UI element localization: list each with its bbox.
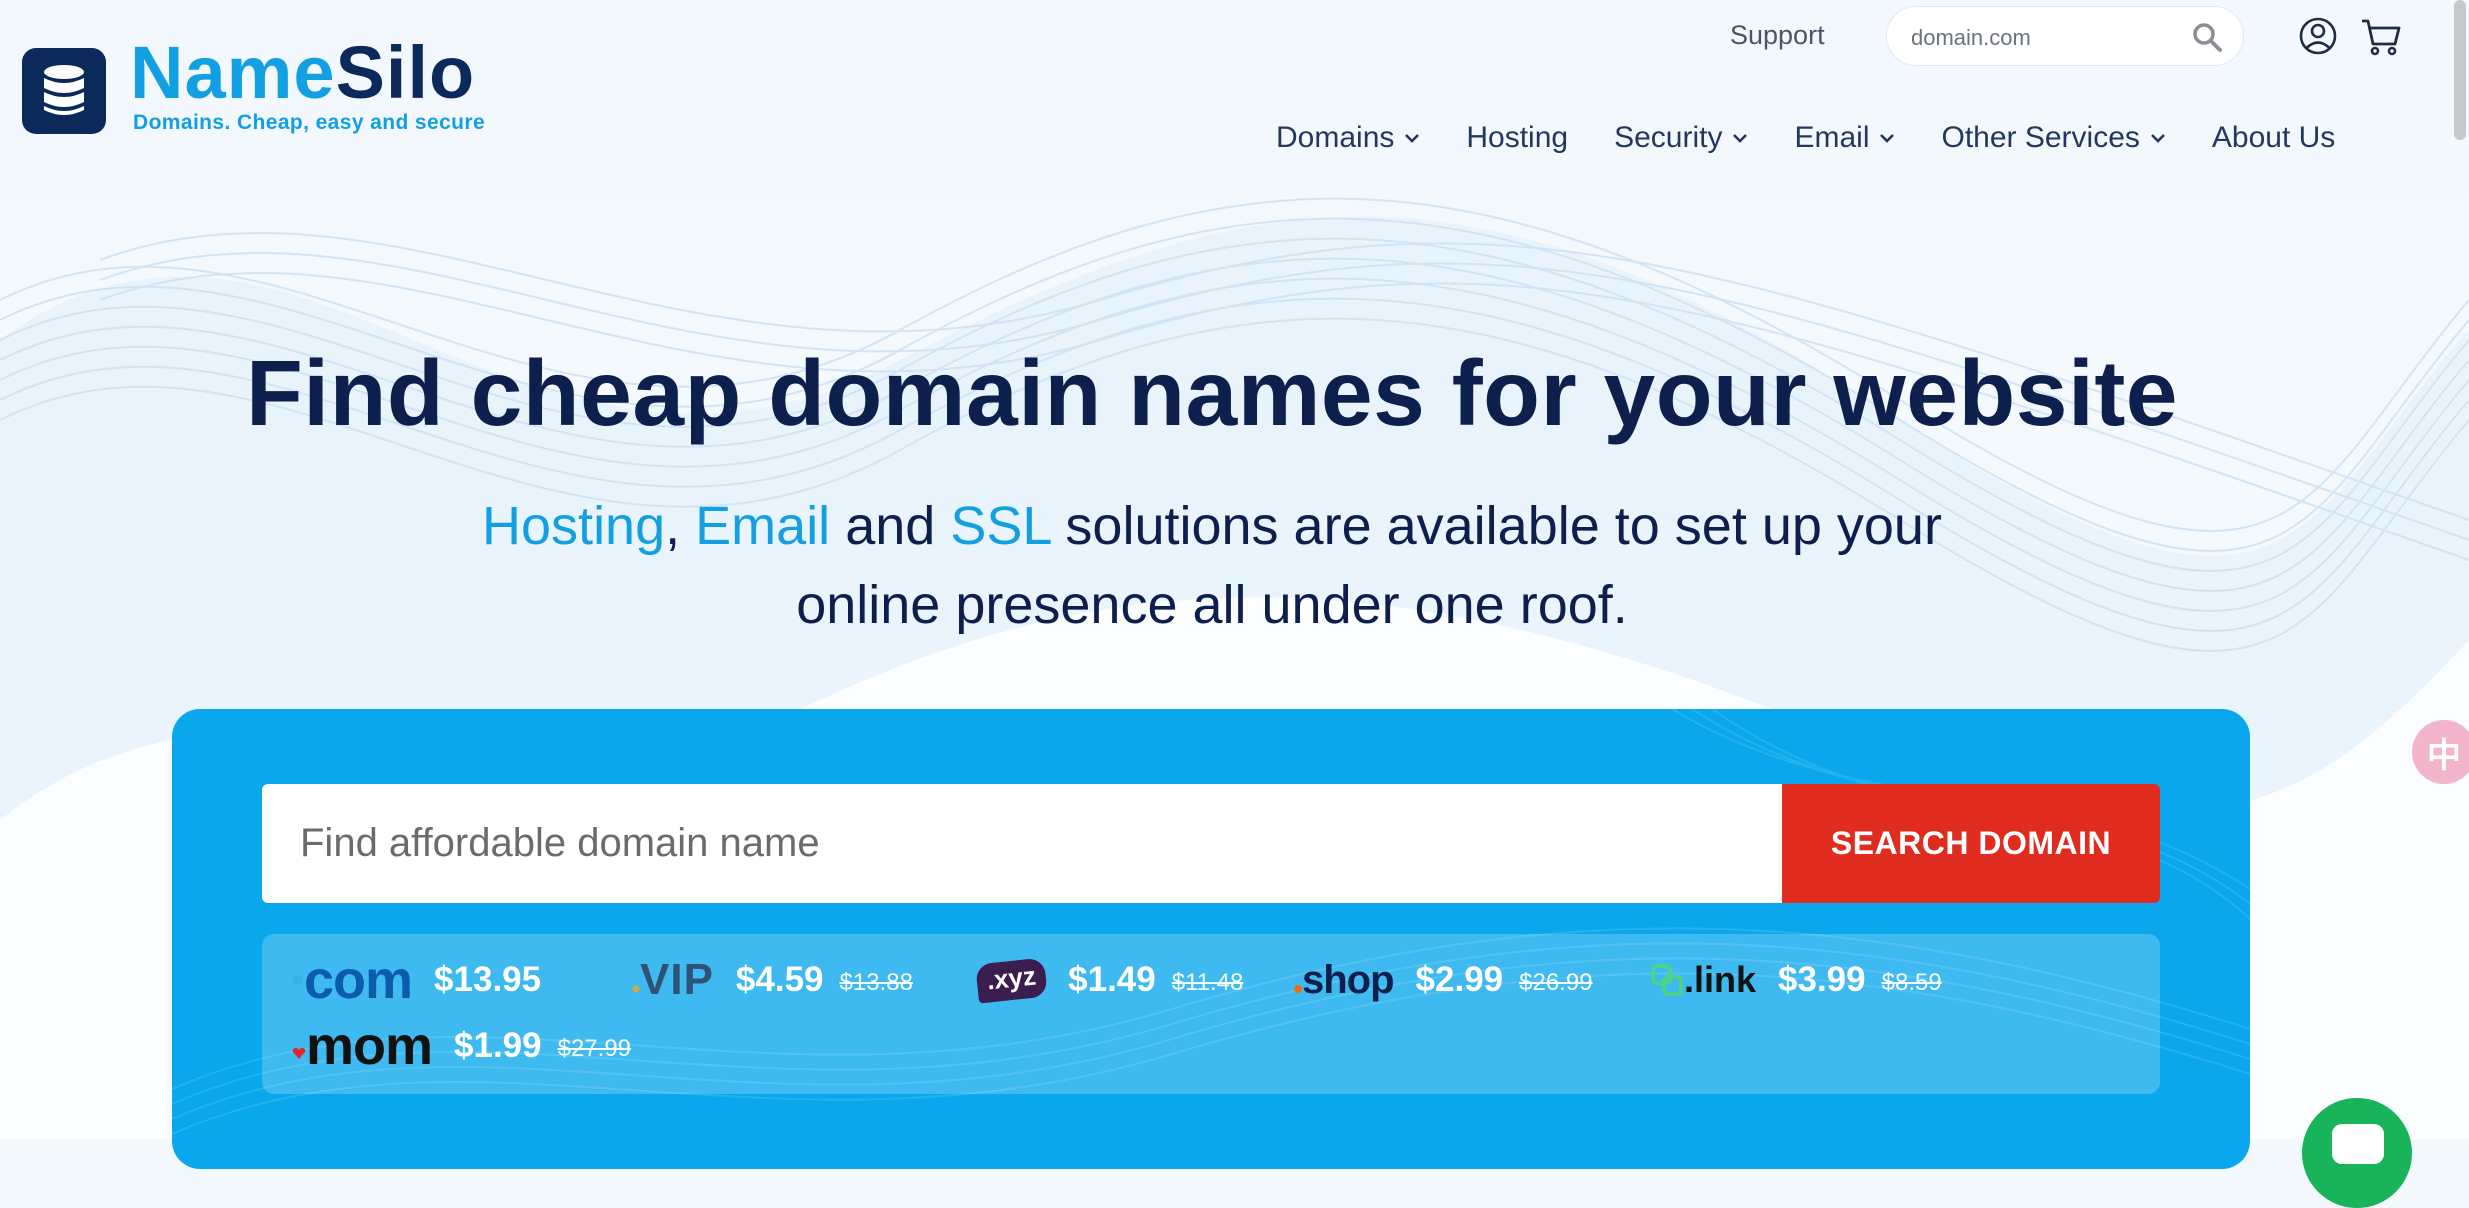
tld-item-xyz[interactable]: .xyz $1.49 $11.48 [975, 950, 1244, 1010]
tld-price: $1.99 [454, 1026, 542, 1065]
search-icon[interactable] [2191, 21, 2223, 53]
logo-badge[interactable] [22, 48, 106, 134]
brand-name-part1: Name [130, 31, 336, 114]
ssl-link[interactable]: SSL [950, 496, 1050, 556]
chat-bubble-inner [2332, 1124, 2384, 1164]
tld-logo-text: .xyz [975, 956, 1049, 1004]
nav-item-about-us[interactable]: About Us [2212, 121, 2335, 155]
tld-logo-text: com [304, 950, 413, 1010]
top-search-input[interactable] [1909, 17, 2183, 59]
top-search-box [1886, 6, 2244, 66]
nav-item-hosting[interactable]: Hosting [1466, 121, 1568, 155]
nav-item-domains[interactable]: Domains [1276, 121, 1420, 155]
nav-item-security[interactable]: Security [1614, 121, 1748, 155]
chevron-down-icon [1880, 134, 1895, 143]
nav-item-label: Email [1794, 121, 1870, 154]
chevron-down-icon [1405, 134, 1420, 143]
tld-item-link[interactable]: .link $3.99 $8.59 [1650, 950, 1942, 1010]
nav-item-email[interactable]: Email [1794, 121, 1895, 155]
tld-logo: com [292, 949, 413, 1011]
link-icon [1651, 964, 1683, 996]
nav-item-label: Hosting [1466, 121, 1569, 154]
tld-price: $2.99 [1415, 960, 1504, 999]
support-link[interactable]: Support [1730, 20, 1825, 51]
hero-and: and [845, 496, 936, 556]
chevron-down-icon [2150, 134, 2165, 143]
hosting-link[interactable]: Hosting [482, 496, 665, 556]
user-circle-icon[interactable] [2298, 16, 2338, 56]
main-nav: Domains Hosting Security Email Other Ser… [1276, 118, 2335, 158]
tld-old-price: $26.99 [1519, 969, 1593, 996]
brand-tagline: Domains. Cheap, easy and secure [133, 111, 486, 134]
tld-pricing-list: com $13.95 VIP $4.59 $13.88 .xyz $1.49 $… [262, 934, 2160, 1094]
email-link[interactable]: Email [695, 496, 830, 556]
heart-icon [292, 1048, 306, 1059]
tld-old-price: $27.99 [557, 1035, 632, 1062]
cart-icon[interactable] [2360, 16, 2402, 58]
tld-logo: .xyz [975, 956, 1049, 1004]
tld-item-shop[interactable]: shop $2.99 $26.99 [1294, 950, 1593, 1010]
search-domain-button[interactable]: SEARCH DOMAIN [1782, 784, 2160, 903]
tld-logo-text: VIP [640, 955, 714, 1004]
tld-logo: .link [1650, 959, 1756, 1001]
tld-logo: shop [1294, 957, 1395, 1003]
tld-price: $3.99 [1778, 960, 1866, 999]
dot-icon [1294, 985, 1302, 993]
brand-name-part2: Silo [335, 31, 476, 114]
hero-comma: , [665, 496, 681, 556]
brand-name[interactable]: NameSilo [130, 36, 475, 110]
hero-text-line2: online presence all under one roof. [796, 575, 1628, 635]
tld-logo-text: mom [306, 1016, 433, 1076]
tld-item-vip[interactable]: VIP $4.59 $13.88 [632, 950, 913, 1010]
nav-item-label: Security [1614, 121, 1723, 154]
tld-logo: mom [292, 1015, 433, 1077]
page-title: Find cheap domain names for your website [245, 341, 2179, 445]
nav-item-other-services[interactable]: Other Services [1941, 121, 2165, 155]
tld-logo-text: .link [1684, 959, 1757, 1000]
hero-subtitle: Hosting, Email and SSL solutions are ava… [400, 487, 2024, 645]
tld-item-mom[interactable]: mom $1.99 $27.99 [292, 1016, 631, 1076]
tld-price: $1.49 [1068, 960, 1156, 999]
hero-text-line1: solutions are available to set up your [1065, 496, 1942, 556]
tld-logo-text: shop [1302, 957, 1395, 1002]
translate-icon[interactable]: 中 [2412, 720, 2469, 784]
nav-item-label: Other Services [1941, 121, 2140, 154]
dot-icon [632, 985, 640, 993]
domain-search-input[interactable] [262, 784, 1782, 903]
dot-icon [293, 975, 303, 985]
database-icon [44, 65, 84, 115]
tld-old-price: $8.59 [1881, 969, 1942, 996]
tld-old-price: $11.48 [1171, 969, 1244, 996]
tld-price: $13.95 [434, 960, 542, 999]
domain-search-panel: SEARCH DOMAIN com $13.95 VIP $4.59 $13.8… [172, 709, 2250, 1169]
nav-item-label: Domains [1276, 121, 1395, 154]
tld-logo: VIP [632, 955, 714, 1005]
chat-icon[interactable] [2302, 1098, 2412, 1208]
tld-item-com[interactable]: com $13.95 [292, 950, 557, 1010]
chevron-down-icon [1733, 134, 1748, 143]
nav-item-label: About Us [2211, 121, 2336, 154]
tld-price: $4.59 [735, 960, 824, 999]
tld-old-price: $13.88 [839, 969, 913, 996]
page-scrollbar[interactable] [2454, 0, 2466, 140]
